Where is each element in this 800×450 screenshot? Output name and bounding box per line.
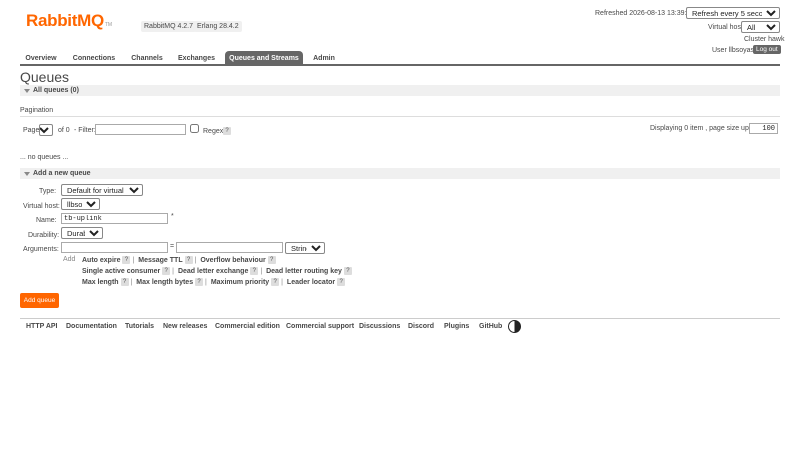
rabbitmq-version: RabbitMQ 4.2.7: [141, 21, 197, 32]
arg-max-length-bytes[interactable]: Max length bytes: [136, 279, 193, 286]
logo-text: RabbitMQ: [26, 11, 104, 30]
rabbitmq-logo[interactable]: RabbitMQ TM: [26, 11, 112, 31]
theme-toggle-icon[interactable]: [508, 320, 521, 333]
tab-connections[interactable]: Connections: [68, 51, 120, 66]
argument-type-select[interactable]: String: [285, 242, 325, 254]
footer-link-discussions[interactable]: Discussions: [359, 323, 400, 330]
tab-channels[interactable]: Channels: [126, 51, 168, 66]
tab-admin[interactable]: Admin: [309, 51, 339, 66]
footer-link-new-releases[interactable]: New releases: [163, 323, 207, 330]
arg-dead-letter-exchange[interactable]: Dead letter exchange: [178, 268, 248, 275]
add-queue-section-label: Add a new queue: [33, 170, 91, 177]
add-queue-toggle[interactable]: Add a new queue: [20, 168, 780, 179]
arguments-label: Arguments:: [23, 246, 59, 253]
vhost-field-label: Virtual host:: [23, 203, 60, 210]
argument-value-input[interactable]: [176, 242, 283, 253]
cluster-name: Cluster hawk: [744, 36, 785, 43]
arg-max-length[interactable]: Max length: [82, 279, 119, 286]
footer-link-commercial-support[interactable]: Commercial support: [286, 323, 354, 330]
equals-sign: =: [170, 243, 175, 250]
footer-link-commercial-edition[interactable]: Commercial edition: [215, 323, 280, 330]
type-label: Type:: [39, 188, 57, 195]
regex-checkbox[interactable]: [190, 124, 199, 133]
help-icon[interactable]: ?: [195, 278, 204, 286]
pagination-title: Pagination: [20, 107, 54, 114]
divider: [20, 116, 780, 117]
filter-label: - Filter:: [74, 127, 96, 134]
footer-link-documentation[interactable]: Documentation: [66, 323, 117, 330]
all-queues-toggle[interactable]: All queues (0): [20, 85, 780, 96]
arg-maximum-priority[interactable]: Maximum priority: [211, 279, 269, 286]
footer: HTTP API Documentation Tutorials New rel…: [20, 318, 780, 334]
help-icon[interactable]: ?: [122, 256, 131, 264]
page-label: Page: [23, 127, 40, 134]
regex-label: Regex: [203, 128, 224, 135]
filter-input[interactable]: [95, 124, 186, 135]
page-of-label: of 0: [58, 127, 70, 134]
arg-overflow-behaviour[interactable]: Overflow behaviour: [200, 257, 265, 264]
add-label: Add: [63, 256, 76, 263]
help-icon[interactable]: ?: [343, 267, 352, 275]
erlang-version: Erlang 28.4.2: [194, 21, 242, 32]
queue-name-input[interactable]: [61, 213, 168, 224]
arg-single-active-consumer[interactable]: Single active consumer: [82, 268, 160, 275]
name-label: Name:: [36, 217, 57, 224]
help-icon[interactable]: ?: [184, 256, 193, 264]
footer-link-github[interactable]: GitHub: [479, 323, 502, 330]
arg-auto-expire[interactable]: Auto expire: [82, 257, 121, 264]
help-icon[interactable]: ?: [120, 278, 129, 286]
footer-link-discord[interactable]: Discord: [408, 323, 434, 330]
argument-key-input[interactable]: [61, 242, 168, 253]
arg-leader-locator[interactable]: Leader locator: [287, 279, 335, 286]
durability-label: Durability:: [28, 232, 60, 239]
help-icon[interactable]: ?: [267, 256, 276, 264]
tab-overview[interactable]: Overview: [20, 51, 62, 66]
arg-dead-letter-routing-key[interactable]: Dead letter routing key: [266, 268, 342, 275]
add-queue-button[interactable]: Add queue: [20, 293, 59, 308]
refresh-interval-select[interactable]: Refresh every 5 seconds: [686, 7, 780, 19]
durability-select[interactable]: Durable: [61, 227, 103, 239]
queue-type-select[interactable]: Default for virtual host: [61, 184, 143, 196]
help-icon[interactable]: ?: [271, 278, 280, 286]
footer-link-plugins[interactable]: Plugins: [444, 323, 469, 330]
tab-queues-and-streams[interactable]: Queues and Streams: [225, 51, 303, 66]
main-nav-tabs: Overview Connections Channels Exchanges …: [20, 51, 780, 66]
help-icon[interactable]: ?: [162, 267, 171, 275]
footer-link-http-api[interactable]: HTTP API: [26, 323, 58, 330]
tab-exchanges[interactable]: Exchanges: [174, 51, 219, 66]
all-queues-label: All queues (0): [33, 87, 79, 94]
collapse-triangle-icon: [24, 172, 30, 176]
arg-message-ttl[interactable]: Message TTL: [138, 257, 182, 264]
required-mark: *: [171, 213, 174, 220]
argument-shortcuts-row-2: Single active consumer ? | Dead letter ex…: [82, 267, 352, 275]
collapse-triangle-icon: [24, 89, 30, 93]
argument-shortcuts-row-3: Max length ? | Max length bytes ? | Maximu…: [82, 278, 346, 286]
help-icon[interactable]: ?: [337, 278, 346, 286]
argument-shortcuts-row-1: Auto expire ? | Message TTL ? | Overflow b…: [82, 256, 276, 264]
no-queues-message: ... no queues ...: [20, 154, 69, 161]
queue-vhost-select[interactable]: llbsoyas: [61, 198, 100, 210]
regex-help-icon[interactable]: ?: [223, 127, 231, 135]
vhost-label: Virtual host: [708, 24, 743, 31]
footer-link-tutorials[interactable]: Tutorials: [125, 323, 154, 330]
refreshed-timestamp: Refreshed 2026-08-13 13:39:05: [595, 10, 695, 17]
logo-tm: TM: [104, 22, 113, 28]
page-title: Queues: [20, 69, 70, 85]
page-select[interactable]: [39, 124, 53, 136]
help-icon[interactable]: ?: [250, 267, 259, 275]
page-size-input[interactable]: [749, 123, 778, 134]
vhost-select[interactable]: All: [741, 21, 780, 33]
displaying-count: Displaying 0 item , page size up to:: [650, 125, 759, 132]
